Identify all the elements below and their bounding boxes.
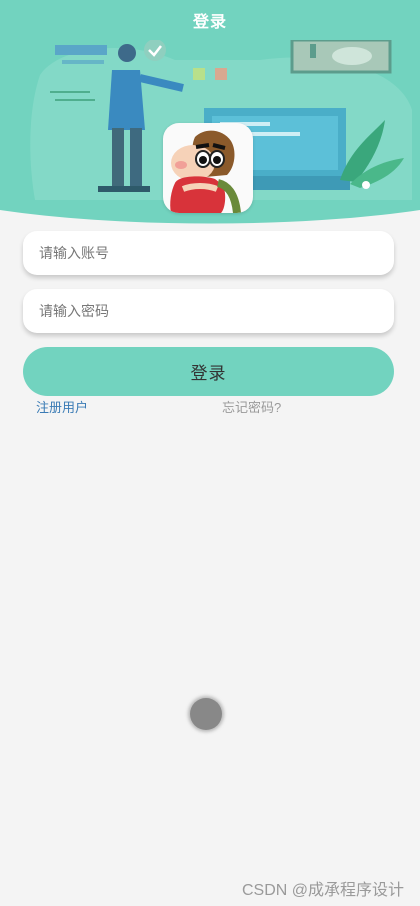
account-field[interactable] xyxy=(23,231,394,275)
password-input[interactable] xyxy=(37,302,380,320)
loading-spinner-icon xyxy=(190,698,222,730)
password-field[interactable] xyxy=(23,289,394,333)
forgot-password-link[interactable]: 忘记密码? xyxy=(222,397,281,416)
watermark: CSDN @成承程序设计 xyxy=(241,882,404,899)
page-title: 登录 xyxy=(192,14,227,31)
cartoon-boy-avatar-icon xyxy=(170,130,241,213)
login-button[interactable]: 登录 xyxy=(23,347,394,396)
login-button-label: 登录 xyxy=(190,364,227,383)
account-input[interactable] xyxy=(37,244,380,262)
title-bar: 登录 xyxy=(0,0,420,40)
user-avatar xyxy=(163,123,253,213)
register-link[interactable]: 注册用户 xyxy=(36,397,88,416)
